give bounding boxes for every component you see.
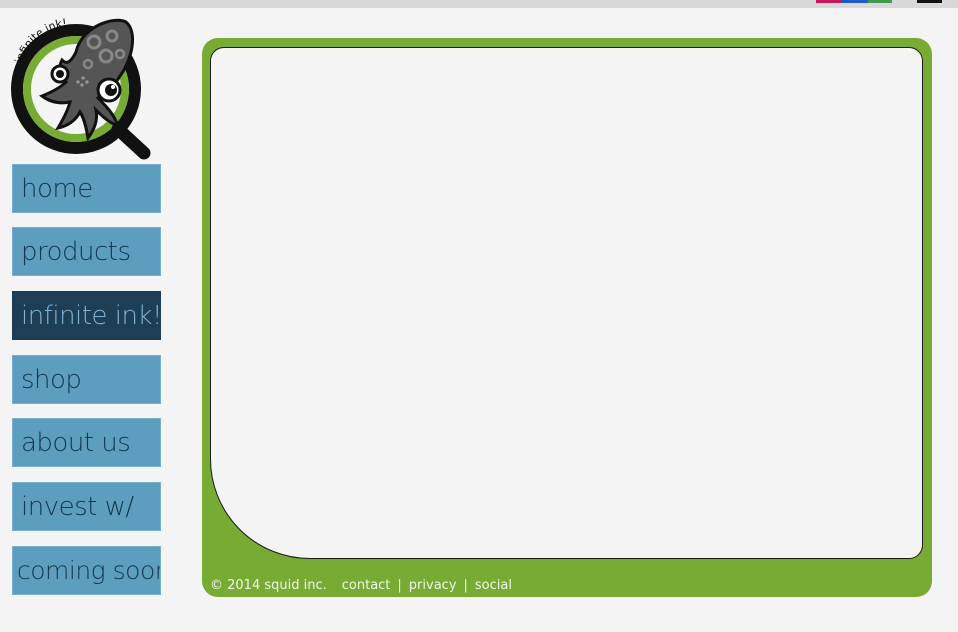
nav-item-label: products: [21, 236, 131, 267]
nav-item-label: invest w/: [21, 491, 134, 522]
nav-item-home[interactable]: home: [12, 164, 161, 213]
footer-link-social[interactable]: social: [475, 578, 512, 593]
footer-link-contact[interactable]: contact: [342, 578, 391, 593]
nav-item-shop[interactable]: shop: [12, 355, 161, 404]
nav-item-invest[interactable]: invest w/: [12, 482, 161, 531]
nav-item-label: about us: [21, 427, 131, 458]
nav-item-label: home: [21, 173, 93, 204]
content-area: [210, 47, 923, 559]
footer-separator: |: [463, 577, 468, 593]
squid-magnifier-logo[interactable]: infinite ink!: [10, 14, 155, 160]
nav-item-infinite-ink[interactable]: infinite ink!: [12, 291, 161, 340]
footer-link-privacy[interactable]: privacy: [409, 578, 457, 593]
footer-separator: |: [397, 577, 402, 593]
nav-item-coming-soon[interactable]: coming soon: [12, 546, 161, 595]
top-strip: [0, 0, 958, 8]
nav-item-about-us[interactable]: about us: [12, 418, 161, 467]
color-swatch-red[interactable]: [816, 0, 842, 3]
nav-item-label: shop: [21, 364, 82, 395]
color-swatch-green[interactable]: [868, 0, 892, 3]
magnifier-handle-icon: [111, 122, 151, 160]
nav-item-products[interactable]: products: [12, 227, 161, 276]
nav-item-label: coming soon: [17, 556, 161, 585]
nav-item-label: infinite ink!: [21, 300, 161, 331]
copyright-text: © 2014 squid inc.: [210, 577, 327, 593]
color-swatch-black[interactable]: [917, 0, 942, 3]
color-swatch-blue[interactable]: [842, 0, 868, 3]
footer: © 2014 squid inc. contact | privacy | so…: [210, 576, 512, 594]
